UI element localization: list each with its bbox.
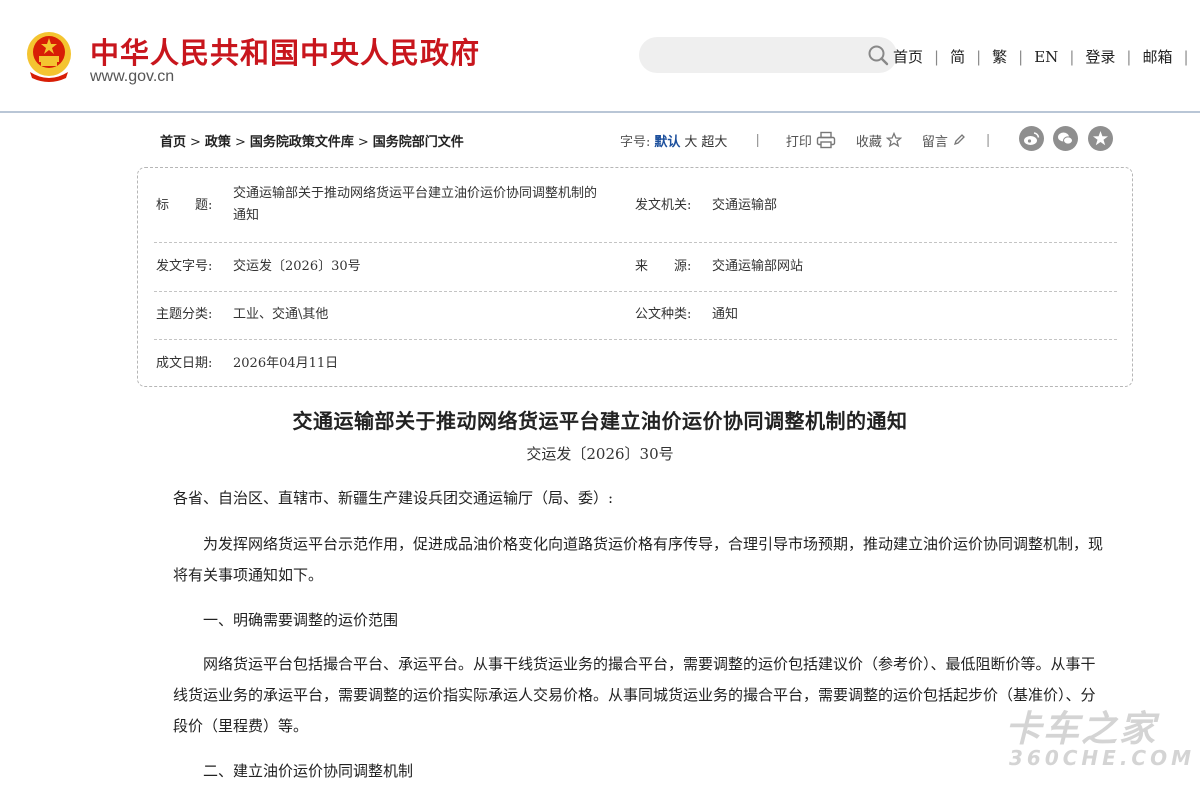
nav-divider: |	[1069, 47, 1075, 66]
font-size-default[interactable]: 默认	[654, 131, 680, 150]
nav-divider: |	[1018, 47, 1024, 66]
breadcrumb-home[interactable]: 首页	[160, 135, 186, 150]
wechat-share-button[interactable]	[1053, 126, 1078, 151]
top-nav: 首页 | 简 | 繁 | EN | 登录 | 邮箱 |	[893, 46, 1200, 67]
font-size-xlarge[interactable]: 超大	[701, 131, 727, 150]
section-heading: 二、建立油价运价协同调整机制	[203, 762, 414, 780]
breadcrumb-department-docs[interactable]: 国务院部门文件	[373, 135, 464, 150]
document-metadata: 标 题: 交通运输部关于推动网络货运平台建立油价运价协同调整机制的 通知 发文机…	[137, 167, 1133, 387]
article-title: 交通运输部关于推动网络货运平台建立油价运价协同调整机制的通知	[292, 409, 908, 433]
doc-no-label: 发文字号:	[156, 259, 213, 274]
comment-button[interactable]: 留言	[922, 131, 966, 150]
weibo-share-button[interactable]	[1019, 126, 1044, 151]
metadata-row: 发文字号: 交运发〔2026〕30号 来 源: 交通运输部网站	[154, 242, 1117, 292]
date-value: 2026年04月11日	[233, 356, 339, 371]
nav-home[interactable]: 首页	[893, 46, 923, 67]
category-value: 工业、交通\其他	[233, 307, 329, 322]
metadata-row: 主题分类: 工业、交通\其他 公文种类: 通知	[154, 291, 1117, 340]
weibo-icon	[1024, 132, 1040, 145]
article-salutation: 各省、自治区、直辖市、新疆生产建设兵团交通运输厅（局、委）:	[173, 489, 614, 507]
breadcrumb-policy[interactable]: 政策	[205, 135, 231, 150]
nav-traditional[interactable]: 繁	[992, 46, 1007, 67]
print-label: 打印	[785, 134, 812, 150]
nav-divider: |	[1126, 47, 1132, 66]
doc-no-value: 交运发〔2026〕30号	[233, 259, 361, 274]
title-value-line1: 交通运输部关于推动网络货运平台建立油价运价协同调整机制的	[233, 186, 598, 201]
watermark-en: 360CHE.COM	[1009, 746, 1196, 770]
watermark-cn: 卡车之家	[1005, 709, 1158, 750]
issuer-label: 发文机关:	[635, 198, 692, 213]
article-paragraph: 为发挥网络货运平台示范作用，促进成品油价格变化向道路货运价格有序传导，合理引导市…	[173, 535, 1104, 584]
doc-type-value: 通知	[712, 307, 739, 322]
favorite-button[interactable]: 收藏	[856, 131, 902, 150]
watermark: 卡车之家 360CHE.COM	[1005, 700, 1191, 780]
title-label: 标 题:	[156, 198, 213, 213]
site-header: 中华人民共和国中央人民政府 www.gov.cn 首页 | 简 | 繁 | EN…	[0, 0, 1200, 111]
title-value-line2: 通知	[233, 208, 260, 223]
comment-label: 留言	[921, 134, 948, 150]
title-value: 交通运输部关于推动网络货运平台建立油价运价协同调整机制的 通知	[233, 183, 633, 227]
source-label: 来 源:	[635, 259, 692, 274]
star-icon	[885, 132, 902, 148]
doc-type-label: 公文种类:	[635, 307, 692, 322]
section-heading: 一、明确需要调整的运价范围	[203, 611, 399, 629]
metadata-row: 成文日期: 2026年04月11日	[154, 339, 1117, 386]
nav-english[interactable]: EN	[1034, 48, 1058, 66]
nav-mail[interactable]: 邮箱	[1142, 46, 1172, 67]
national-emblem-icon	[27, 32, 71, 82]
date-label: 成文日期:	[156, 356, 213, 371]
wechat-icon	[1058, 132, 1073, 145]
print-button[interactable]: 打印	[786, 131, 836, 150]
category-label: 主题分类:	[156, 307, 213, 322]
nav-divider: |	[934, 47, 940, 66]
printer-icon	[816, 131, 836, 149]
favorite-label: 收藏	[855, 134, 882, 150]
search-icon[interactable]	[867, 44, 889, 66]
nav-login[interactable]: 登录	[1085, 46, 1115, 67]
qzone-icon	[1093, 131, 1108, 146]
metadata-row: 标 题: 交通运输部关于推动网络货运平台建立油价运价协同调整机制的 通知 发文机…	[154, 168, 1117, 243]
toolbar-divider: |	[985, 132, 991, 148]
nav-divider: |	[976, 47, 982, 66]
article-doc-number: 交运发〔2026〕30号	[526, 445, 674, 463]
font-size-large[interactable]: 大	[684, 131, 697, 150]
qzone-share-button[interactable]	[1088, 126, 1113, 151]
search-input[interactable]	[639, 37, 897, 73]
nav-simplified[interactable]: 简	[950, 46, 965, 67]
issuer-value: 交通运输部	[712, 198, 778, 213]
breadcrumb: 首页 > 政策 > 国务院政策文件库 > 国务院部门文件	[160, 135, 464, 150]
site-url[interactable]: www.gov.cn	[90, 68, 174, 86]
nav-divider: |	[1183, 47, 1189, 66]
pencil-icon	[953, 134, 965, 146]
site-name[interactable]: 中华人民共和国中央人民政府	[90, 30, 480, 72]
toolbar-divider: |	[755, 132, 760, 148]
source-value: 交通运输部网站	[712, 259, 804, 274]
article-toolbar: 字号: 默认 大 超大 | 打印 收藏 留言 |	[620, 128, 990, 152]
font-size-label: 字号:	[620, 134, 651, 150]
breadcrumb-policy-library[interactable]: 国务院政策文件库	[250, 135, 354, 150]
header-divider	[0, 111, 1200, 113]
article-paragraph: 网络货运平台包括撮合平台、承运平台。从事干线货运业务的撮合平台，需要调整的运价包…	[173, 655, 1096, 735]
